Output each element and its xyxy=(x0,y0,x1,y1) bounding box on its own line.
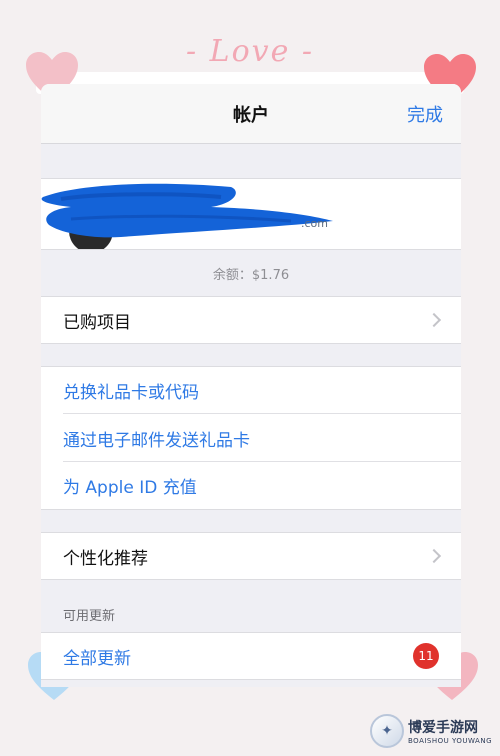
send-gift-row[interactable]: 通过电子邮件发送礼品卡 xyxy=(41,414,461,462)
watermark-text: 博爱手游网 xyxy=(408,720,478,736)
redeem-label: 兑换礼品卡或代码 xyxy=(63,383,199,403)
add-funds-label: 为 Apple ID 充值 xyxy=(63,478,197,498)
watermark: ✦ 博爱手游网 BOAISHOU YOUWANG xyxy=(370,714,492,748)
send-gift-label: 通过电子邮件发送礼品卡 xyxy=(63,430,250,451)
update-count-badge: 11 xyxy=(413,643,439,669)
account-email: .com xyxy=(301,217,328,230)
chevron-right-icon xyxy=(426,548,442,564)
done-button[interactable]: 完成 xyxy=(407,84,443,144)
redaction-scribble xyxy=(41,183,334,238)
section-gap xyxy=(41,344,461,366)
balance-label: 余额：$1.76 xyxy=(41,250,461,296)
watermark-logo-icon: ✦ xyxy=(370,714,404,748)
chevron-right-icon xyxy=(426,312,442,328)
purchased-label: 已购项目 xyxy=(63,312,131,333)
watermark-subtext: BOAISHOU YOUWANG xyxy=(408,737,492,745)
section-gap xyxy=(41,144,461,178)
page-title: 帐户 xyxy=(233,104,269,126)
personalized-label: 个性化推荐 xyxy=(63,548,148,569)
update-all-row[interactable]: 全部更新 11 xyxy=(41,632,461,680)
account-cell[interactable]: .com xyxy=(41,178,461,250)
add-funds-row[interactable]: 为 Apple ID 充值 xyxy=(41,462,461,510)
purchased-row[interactable]: 已购项目 xyxy=(41,296,461,344)
personalized-row[interactable]: 个性化推荐 xyxy=(41,532,461,580)
navigation-bar: 帐户 完成 xyxy=(41,84,461,144)
account-sheet: 帐户 完成 .com 余额：$1.76 已购项目 兑换礼品卡或代码 通过电子邮件… xyxy=(41,84,461,687)
updates-header: 可用更新 xyxy=(41,580,461,632)
section-gap xyxy=(41,510,461,532)
update-all-label: 全部更新 xyxy=(63,648,131,669)
redeem-row[interactable]: 兑换礼品卡或代码 xyxy=(41,366,461,414)
